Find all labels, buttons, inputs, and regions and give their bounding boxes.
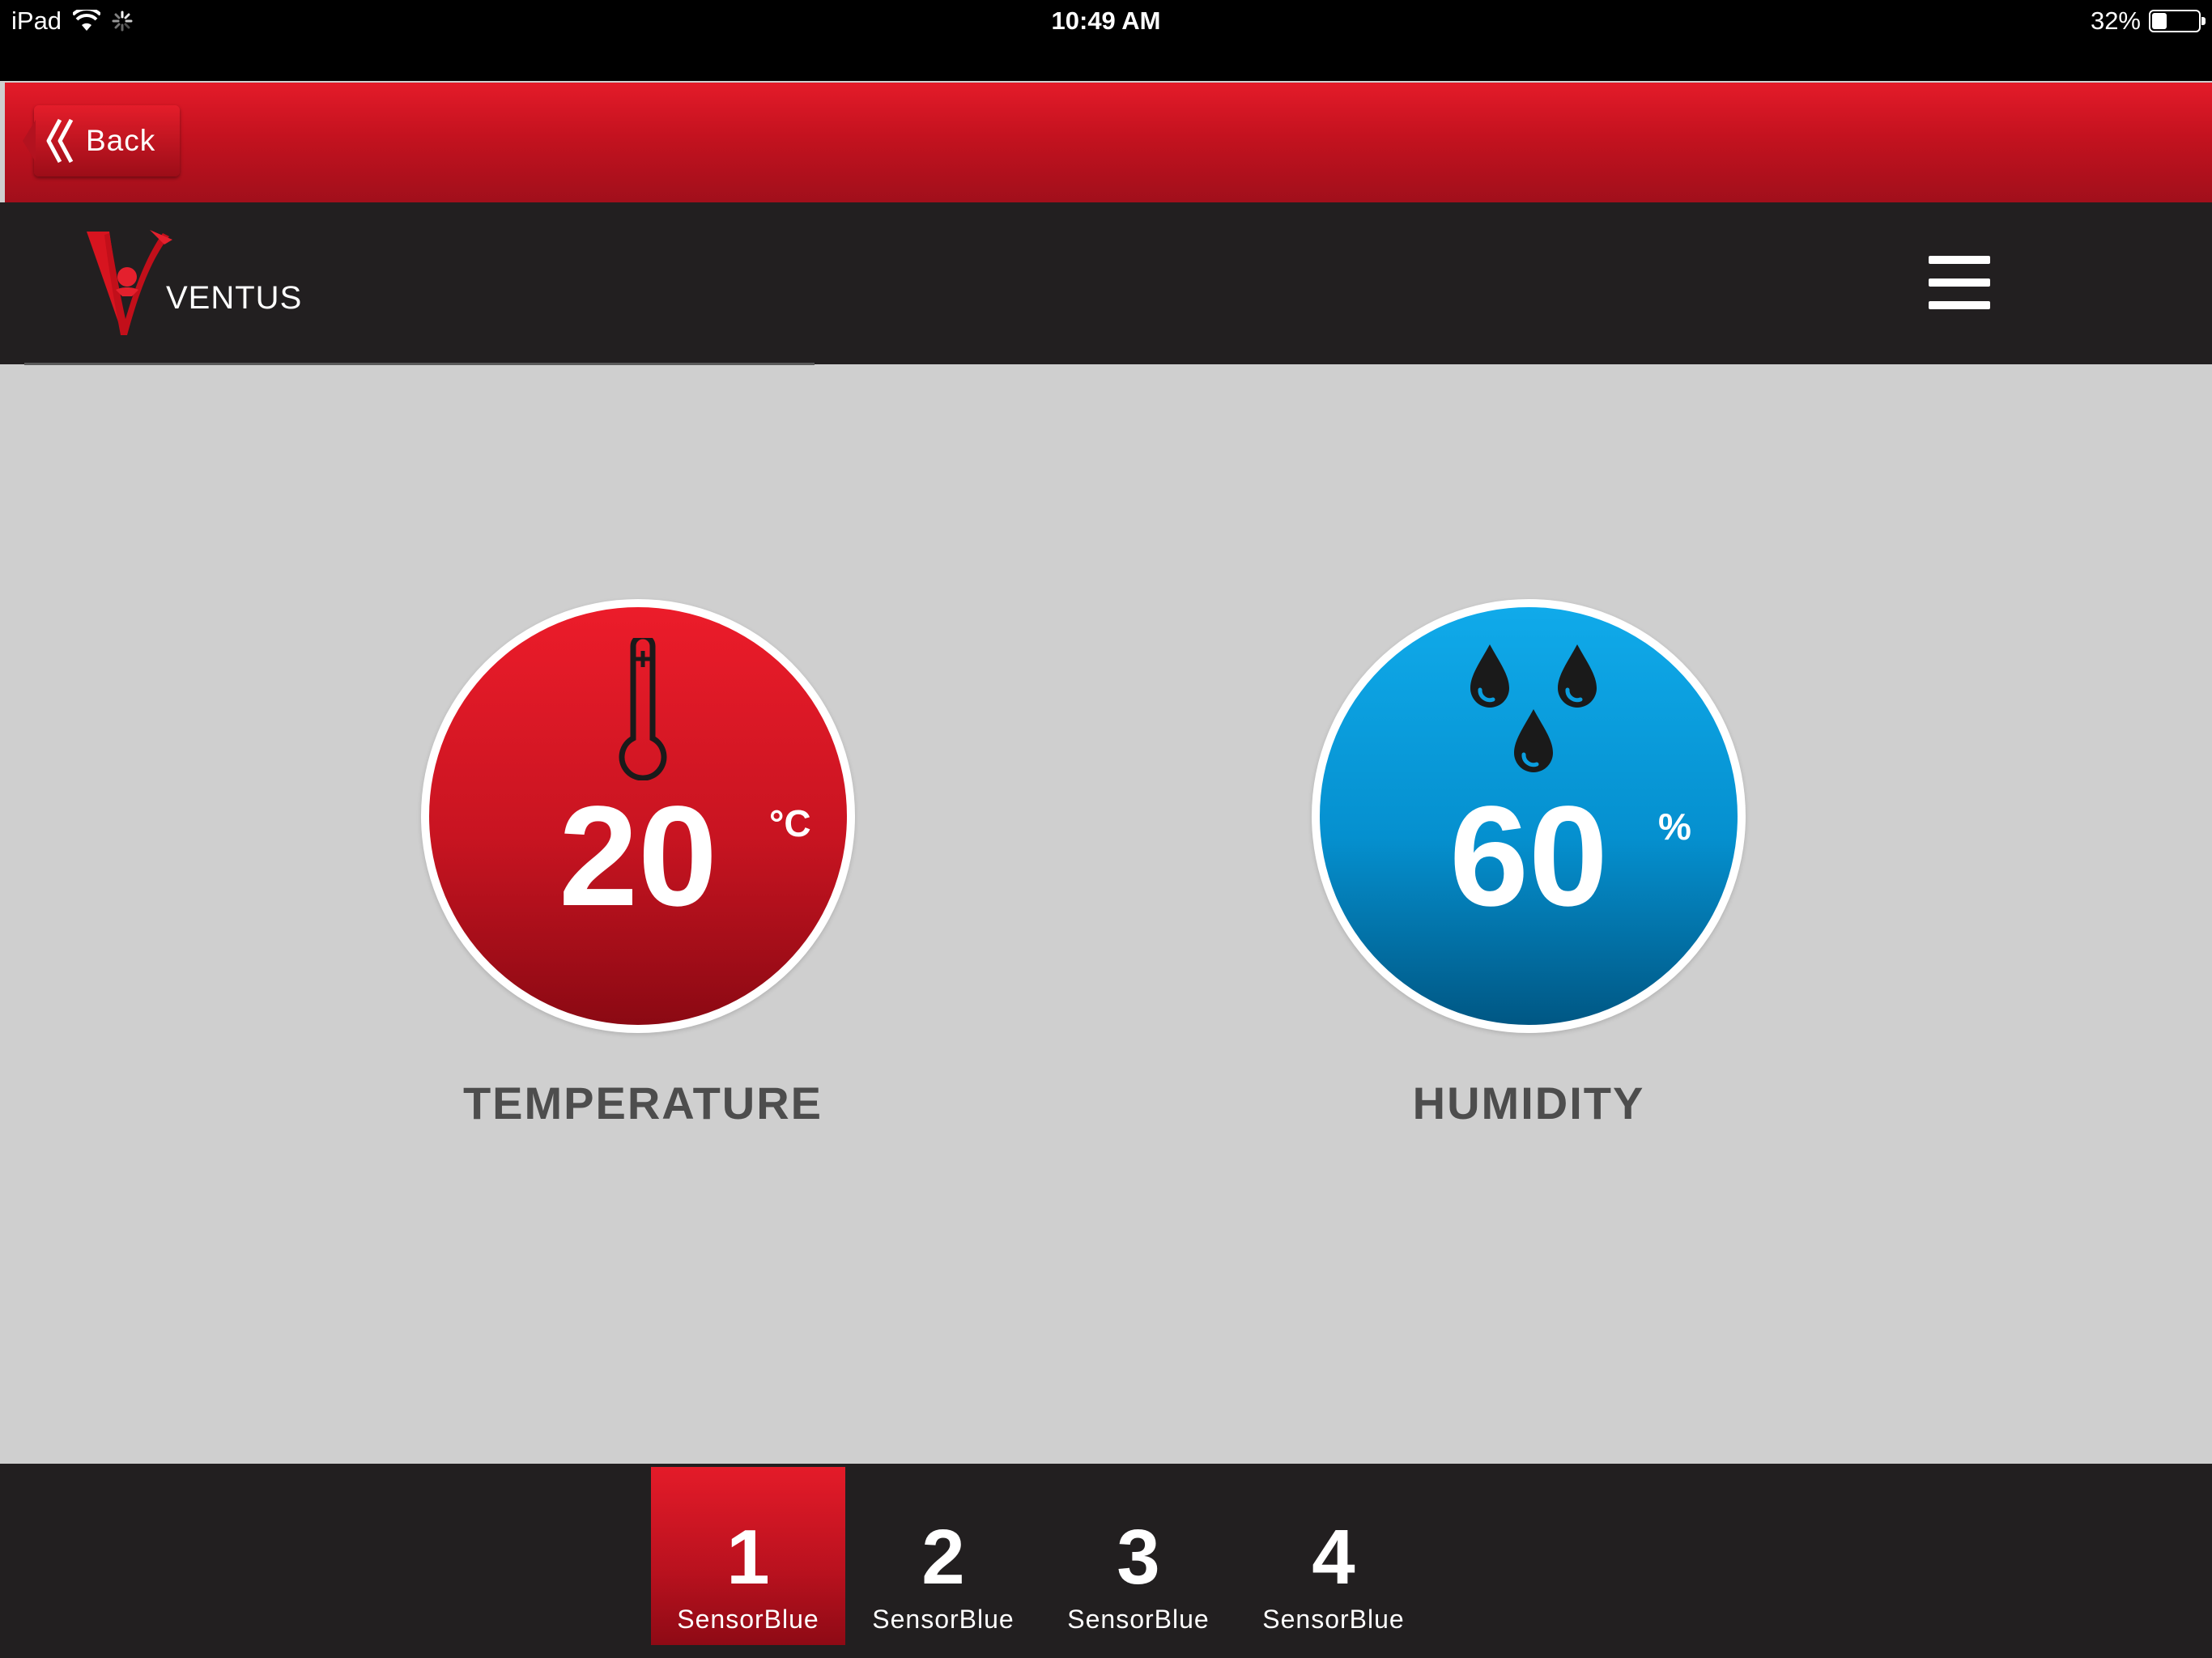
humidity-unit: %: [1658, 806, 1691, 848]
brand-name: VENTUS: [166, 280, 303, 316]
sensor-tab-bar: 1 SensorBlue 2 SensorBlue 3 SensorBlue 4…: [0, 1464, 2212, 1658]
nav-bar: VENTUS: [0, 202, 2212, 365]
battery-icon: [2149, 10, 2206, 32]
temperature-gauge: 20 °C: [421, 599, 855, 1033]
tab-sensor-3[interactable]: 3 SensorBlue: [1041, 1467, 1236, 1645]
red-header: Back: [5, 83, 2212, 202]
ventus-logo: VENTUS: [85, 228, 301, 342]
tab-number: 2: [921, 1514, 965, 1601]
temperature-label: TEMPERATURE: [462, 1078, 823, 1129]
status-right: 32%: [2090, 5, 2206, 37]
menu-line: [1929, 278, 1990, 287]
tab-sensor-1[interactable]: 1 SensorBlue: [651, 1467, 845, 1645]
double-chevron-left-icon: [46, 118, 74, 164]
thermometer-icon: [619, 638, 667, 780]
battery-fill: [2152, 13, 2167, 29]
status-bar: iPad 10:49 AM 32%: [0, 0, 2212, 81]
water-drops-icon: [1470, 644, 1597, 772]
back-button[interactable]: Back: [23, 105, 180, 176]
tab-label: SensorBlue: [677, 1605, 819, 1634]
tab-number: 1: [726, 1514, 770, 1601]
menu-line: [1929, 256, 1990, 264]
humidity-gauge-face: 60 %: [1320, 607, 1738, 1025]
humidity-label: HUMIDITY: [1412, 1078, 1645, 1129]
temperature-unit: °C: [769, 802, 811, 844]
status-time: 10:49 AM: [1051, 6, 1161, 35]
app-root: iPad 10:49 AM 32% Back VENTUS 20 °C TEMP…: [0, 0, 2212, 1658]
tab-sensor-4[interactable]: 4 SensorBlue: [1236, 1467, 1431, 1645]
battery-percent: 32%: [2090, 6, 2141, 35]
tab-label: SensorBlue: [1067, 1605, 1210, 1634]
tab-number: 4: [1312, 1514, 1355, 1601]
ventus-logo-icon: [87, 230, 172, 335]
hamburger-menu-button[interactable]: [1924, 254, 1995, 312]
temperature-gauge-face: 20 °C: [429, 607, 847, 1025]
tab-label: SensorBlue: [872, 1605, 1015, 1634]
nav-underline: [24, 363, 815, 365]
humidity-gauge: 60 %: [1312, 599, 1746, 1033]
tab-number: 3: [1117, 1514, 1160, 1601]
tab-label: SensorBlue: [1262, 1605, 1405, 1634]
tab-sensor-2[interactable]: 2 SensorBlue: [846, 1467, 1040, 1645]
menu-line: [1929, 301, 1990, 309]
back-label: Back: [86, 124, 156, 157]
